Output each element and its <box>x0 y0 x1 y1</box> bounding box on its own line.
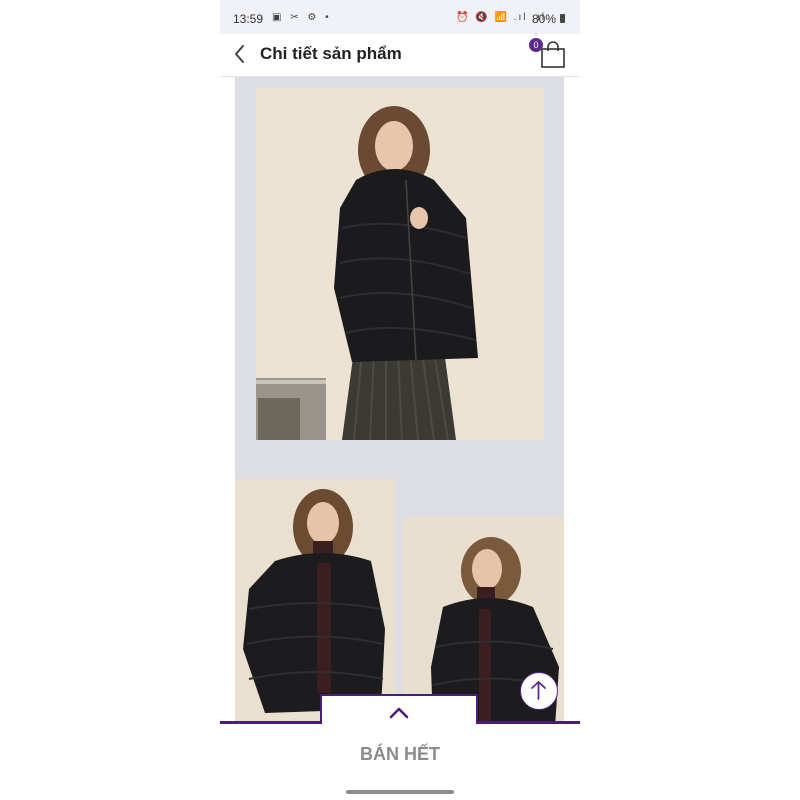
status-bar: 13:59 ▣ ✂ ⚙ • ⏰ 🔇 📶 .ıl .ıl 80% <box>220 0 580 34</box>
notification-icons: ▣ ✂ ⚙ • <box>272 12 332 23</box>
status-time: 13:59 <box>233 12 264 26</box>
chevron-up-icon <box>389 707 409 719</box>
back-button[interactable] <box>230 42 252 66</box>
page-title: Chi tiết sản phẩm <box>260 44 402 63</box>
product-photo-main <box>256 88 544 440</box>
battery-level: 80% <box>532 12 557 26</box>
arrow-up-icon <box>531 681 546 700</box>
app-header: Chi tiết sản phẩm 0 <box>220 34 580 77</box>
scroll-to-top-button[interactable] <box>520 672 558 710</box>
home-gesture-bar[interactable] <box>346 790 454 794</box>
expand-collapse-tab[interactable] <box>320 694 478 724</box>
battery-icon <box>560 14 565 23</box>
bottom-action-bar: BÁN HẾT <box>220 724 580 800</box>
product-photo-front <box>235 479 395 723</box>
cart-count-badge: 0 <box>529 38 543 52</box>
product-image-gallery <box>235 77 564 723</box>
sold-out-status: BÁN HẾT <box>360 744 440 764</box>
phone-screen: 13:59 ▣ ✂ ⚙ • ⏰ 🔇 📶 .ıl .ıl 80% Chi tiết… <box>220 0 580 800</box>
chevron-left-icon <box>235 45 244 63</box>
